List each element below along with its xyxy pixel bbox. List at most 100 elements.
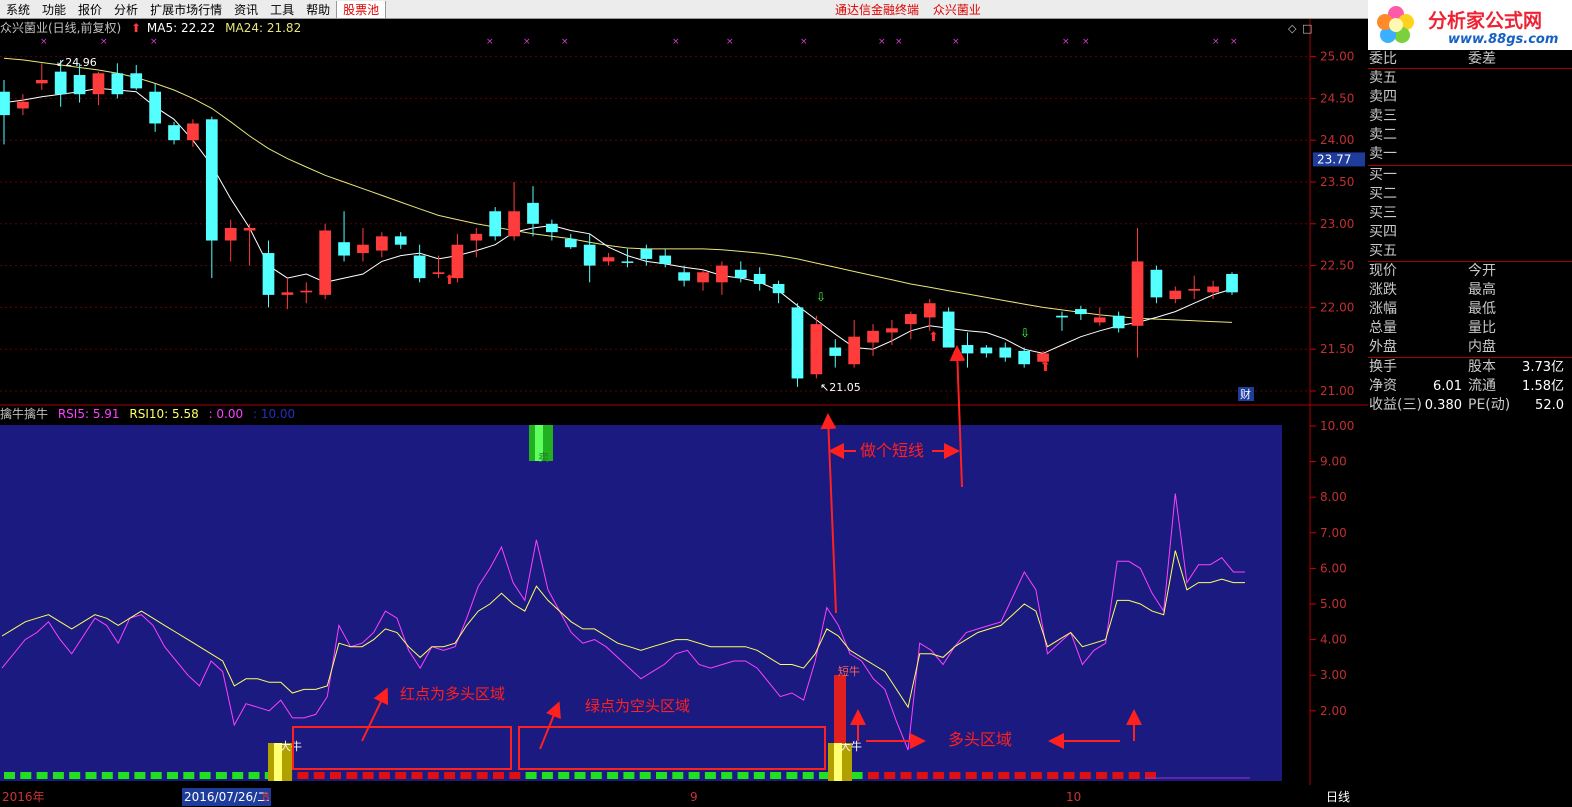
buy-level-3: 买三 (1368, 204, 1572, 223)
candle-body (999, 347, 1012, 358)
trend-dot (493, 772, 504, 779)
trend-dot (982, 772, 993, 779)
label-float: 流通 (1468, 378, 1496, 394)
candle-body (1018, 350, 1031, 365)
signal-x-marker: × (672, 37, 680, 47)
menu-item-quote[interactable]: 报价 (72, 1, 108, 18)
candle-body (602, 257, 615, 262)
label-buy-2: 买二 (1369, 186, 1397, 202)
main-chart-header: 众兴菌业(日线,前复权) ⬆ MA5: 22.22 MA24: 21.82 (0, 19, 301, 37)
trend-dot (949, 772, 961, 779)
label-pct: 涨幅 (1369, 301, 1397, 317)
label-sell-1: 卖一 (1369, 146, 1397, 162)
candle-body (357, 244, 369, 254)
menu-item-analysis[interactable]: 分析 (108, 1, 144, 18)
value-float: 1.58亿 (1522, 379, 1564, 394)
menu-item-ext-market[interactable]: 扩展市场行情 (144, 1, 228, 18)
candle-body (1131, 261, 1144, 326)
candle-body (1226, 273, 1238, 293)
price-tick-label: 24.50 (1320, 91, 1354, 105)
buy-arrow-icon: ⬆ (444, 273, 455, 288)
trend-dot (183, 772, 195, 779)
trend-dot (721, 772, 733, 779)
value-earnings: 0.380 (1424, 398, 1462, 413)
candle-body (187, 123, 199, 141)
candle-body (810, 324, 823, 375)
candle-body (904, 314, 917, 325)
stock-title: 众兴菌业 (932, 2, 981, 17)
label-open: 今开 (1468, 263, 1496, 279)
price-tick-label: 25.00 (1320, 50, 1354, 64)
menu-item-stock-pool[interactable]: 股票池 (336, 0, 387, 18)
candle-body (0, 91, 10, 116)
trend-dot (1030, 772, 1042, 779)
trend-dot (101, 772, 113, 779)
trend-dot (786, 772, 798, 779)
price-tag-label: 23.77 (1317, 152, 1351, 166)
label-high: 最高 (1468, 282, 1496, 298)
price-tick-label: 23.50 (1320, 175, 1354, 189)
quote-row-price: 现价 今开 (1368, 262, 1572, 281)
menu-item-system[interactable]: 系统 (0, 1, 36, 18)
trend-dot (167, 772, 178, 779)
sell-level-1: 卖一 (1368, 145, 1572, 164)
trend-dot (248, 772, 260, 779)
candle-body (168, 125, 180, 141)
candle-body (564, 238, 577, 248)
candle-body (300, 290, 313, 293)
short-bull-label: 短牛 (838, 664, 860, 678)
trend-dot (900, 772, 912, 779)
label-weibi: 委比 (1369, 51, 1397, 67)
buy-level-2: 买二 (1368, 185, 1572, 204)
app-title: 通达信金融终端 (835, 2, 920, 17)
candle-body (640, 248, 653, 259)
trend-dot (199, 772, 211, 779)
label-outer: 外盘 (1369, 339, 1397, 355)
menu-item-tools[interactable]: 工具 (264, 1, 300, 18)
label-vol-ratio: 量比 (1468, 320, 1496, 336)
buy-level-1: 买一 (1368, 166, 1572, 185)
quote-row-outer: 外盘 内盘 (1368, 338, 1572, 357)
candle-body (1112, 315, 1125, 329)
candle-body (678, 272, 690, 281)
trend-dot (69, 772, 81, 779)
label-pe: PE(动) (1468, 397, 1511, 413)
date-axis: 2016年 2016/07/26/二 8 9 10 日线 (0, 788, 1368, 806)
label-buy-1: 买一 (1369, 167, 1397, 183)
candle-body (432, 272, 445, 274)
trend-dot (574, 772, 586, 779)
trend-dot (590, 772, 602, 779)
indicator-value-2: : 10.00 (252, 407, 296, 421)
trend-dot (1112, 772, 1124, 779)
trend-dot (737, 772, 749, 779)
high-price-label: ↙24.96 (56, 56, 97, 69)
candle-body (791, 307, 804, 379)
sell-level-2: 卖二 (1368, 126, 1572, 145)
trend-dot (395, 772, 407, 779)
trend-dot (933, 772, 945, 779)
indicator-tick-label: 4.00 (1320, 633, 1347, 647)
indicator-tick-label: 6.00 (1320, 561, 1347, 575)
flower-logo-icon (1377, 6, 1414, 43)
cai-badge-label: 财 (1240, 387, 1251, 401)
trend-dot (867, 772, 879, 779)
label-turnover: 换手 (1369, 359, 1397, 375)
trend-dot (232, 772, 244, 779)
sell-level-5: 卖五 (1368, 69, 1572, 88)
price-tick-label: 22.00 (1320, 300, 1354, 314)
period-label[interactable]: 日线 (1326, 788, 1350, 806)
signal-x-marker: × (100, 37, 108, 47)
menu-item-help[interactable]: 帮助 (300, 1, 336, 18)
trend-dot (134, 772, 146, 779)
menu-item-news[interactable]: 资讯 (228, 1, 264, 18)
red-dot-note: 红点为多头区域 (400, 685, 505, 703)
trend-dot (851, 772, 863, 779)
sell-level-4: 卖四 (1368, 88, 1572, 107)
label-earnings: 收益(三) (1369, 397, 1422, 413)
sell-signal-label: 卖 (538, 451, 549, 464)
menu-item-function[interactable]: 功能 (36, 1, 72, 18)
window-diamond-icon: ◇ (1288, 22, 1297, 35)
candle-body (508, 211, 520, 237)
candle-body (980, 347, 993, 354)
trend-dot (346, 772, 358, 779)
